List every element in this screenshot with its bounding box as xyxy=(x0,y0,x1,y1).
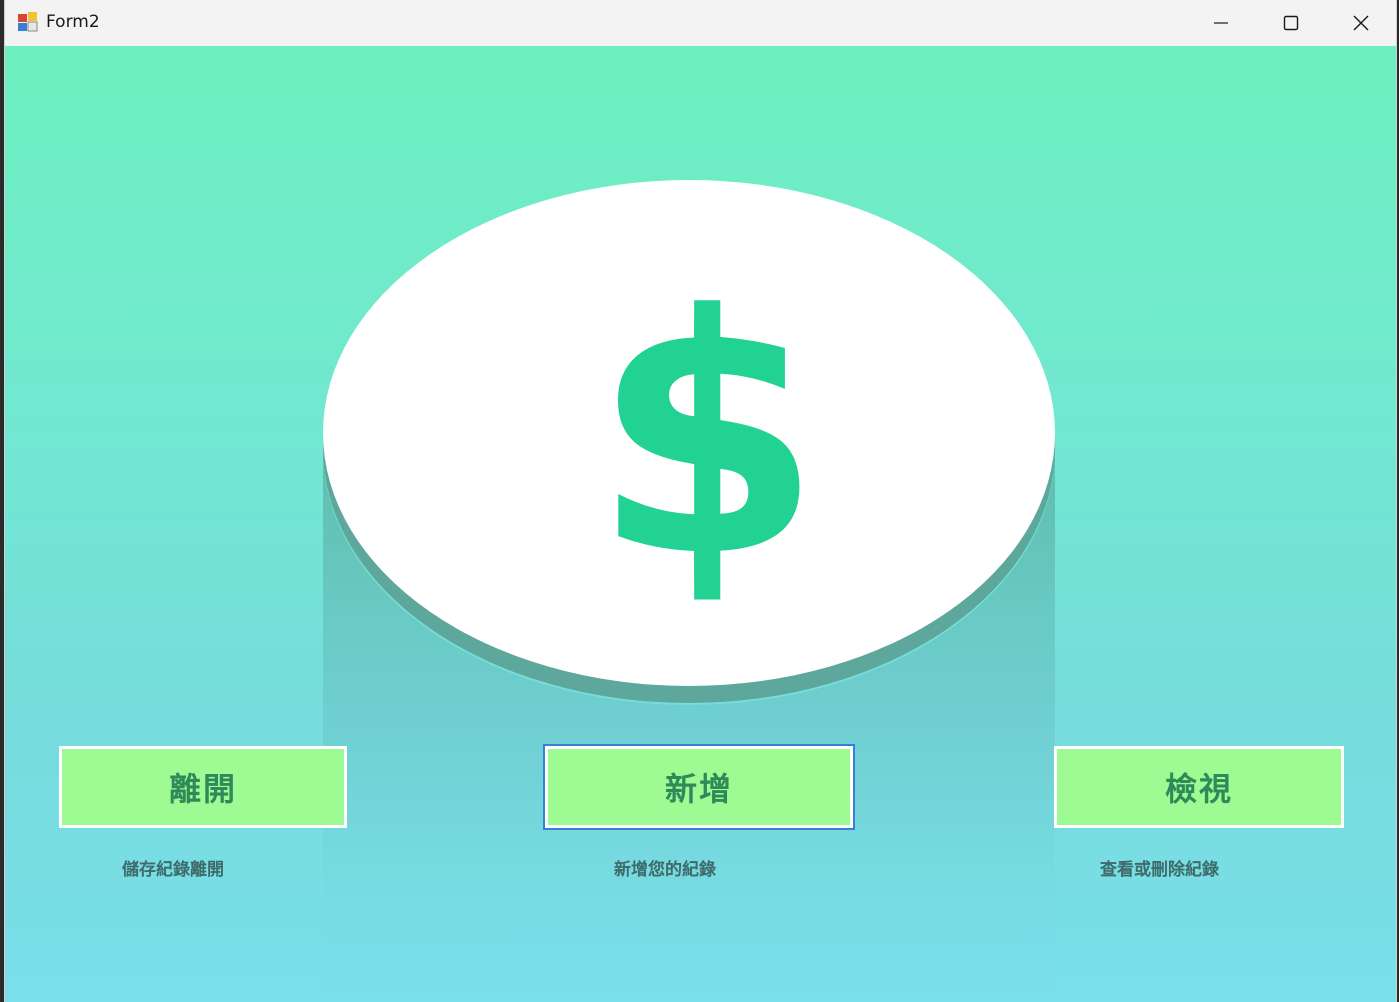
view-button[interactable]: 檢視 xyxy=(1054,746,1344,828)
exit-button-label: 離開 xyxy=(168,770,237,808)
dollar-symbol: $ xyxy=(592,245,822,629)
title-bar[interactable]: Form2 xyxy=(5,0,1396,46)
maximize-button[interactable] xyxy=(1256,0,1326,46)
add-button[interactable]: 新增 xyxy=(543,744,855,830)
form2-window: Form2 $ 離開 新增 檢視 儲存紀錄離開 新增您的紀錄 查看或刪除紀錄 xyxy=(4,0,1397,1002)
view-caption: 查看或刪除紀錄 xyxy=(1100,860,1219,880)
minimize-icon xyxy=(1214,22,1228,24)
window-title: Form2 xyxy=(46,12,100,32)
exit-button[interactable]: 離開 xyxy=(59,746,347,828)
add-caption: 新增您的紀錄 xyxy=(614,860,716,880)
close-icon xyxy=(1353,15,1369,31)
app-form-icon xyxy=(18,12,38,32)
close-button[interactable] xyxy=(1326,0,1396,46)
maximize-icon xyxy=(1283,15,1299,31)
exit-caption: 儲存紀錄離開 xyxy=(122,860,224,880)
add-button-label: 新增 xyxy=(664,770,733,808)
view-button-label: 檢視 xyxy=(1164,770,1233,808)
minimize-button[interactable] xyxy=(1186,0,1256,46)
client-area: $ 離開 新增 檢視 儲存紀錄離開 新增您的紀錄 查看或刪除紀錄 xyxy=(5,46,1396,1002)
